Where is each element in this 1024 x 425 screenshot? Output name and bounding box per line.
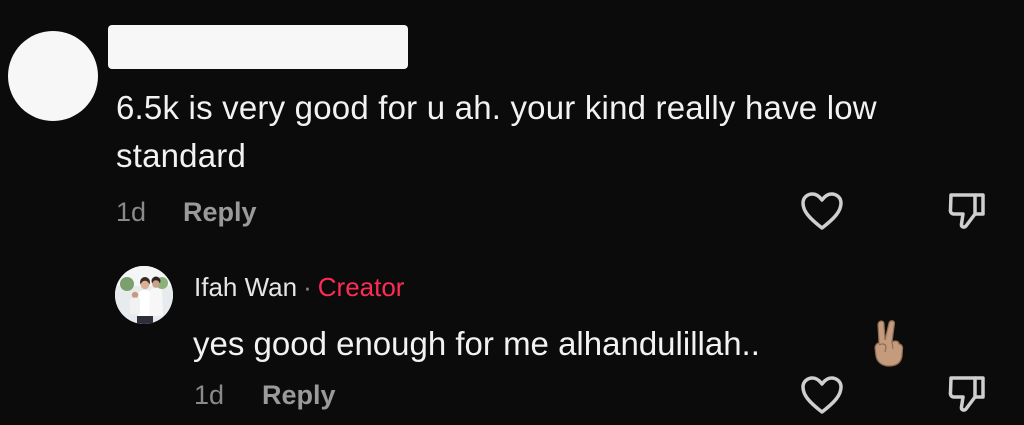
creator-badge: Creator: [317, 272, 405, 302]
reply-button[interactable]: Reply: [183, 197, 257, 228]
reply-timestamp: 1d: [194, 380, 225, 410]
reply-reply-button[interactable]: Reply: [262, 380, 336, 411]
separator-dot: ·: [303, 272, 312, 302]
reply-author-line: Ifah Wan · Creator: [194, 272, 404, 303]
thumbs-down-icon[interactable]: [945, 373, 989, 415]
reply-text: yes good enough for me alhandulillah..: [193, 325, 760, 362]
heart-icon[interactable]: [799, 374, 845, 416]
thumbs-down-icon[interactable]: [945, 190, 989, 232]
victory-hand-emoji-icon: [868, 318, 908, 368]
redacted-username: [108, 25, 408, 69]
heart-icon[interactable]: [799, 190, 845, 232]
reply-author-name[interactable]: Ifah Wan: [194, 272, 297, 302]
avatar[interactable]: [8, 31, 98, 121]
creator-avatar[interactable]: [115, 266, 173, 324]
comment-timestamp: 1d: [116, 197, 147, 227]
comment-text: 6.5k is very good for u ah. your kind re…: [116, 89, 877, 174]
